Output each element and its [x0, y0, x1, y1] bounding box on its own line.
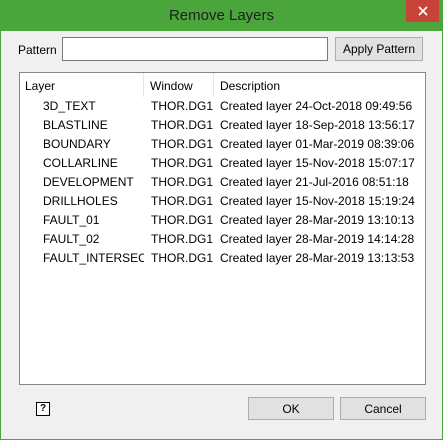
cell-description: Created layer 28-Mar-2019 13:13:53 — [220, 251, 415, 265]
cell-description: Created layer 21-Jul-2016 08:51:18 — [220, 175, 409, 189]
list-item[interactable]: BOUNDARY THOR.DG1 Created layer 01-Mar-2… — [20, 135, 425, 154]
cell-description: Created layer 15-Nov-2018 15:07:17 — [220, 156, 415, 170]
cell-description: Created layer 28-Mar-2019 13:10:13 — [220, 213, 415, 227]
cell-window: THOR.DG1 — [151, 213, 214, 227]
list-item[interactable]: 3D_TEXT THOR.DG1 Created layer 24-Oct-20… — [20, 97, 425, 116]
list-item[interactable]: DEVELOPMENT THOR.DG1 Created layer 21-Ju… — [20, 173, 425, 192]
cell-layer: FAULT_02 — [43, 232, 100, 246]
cell-window: THOR.DG1 — [151, 99, 214, 113]
list-item[interactable]: FAULT_02 THOR.DG1 Created layer 28-Mar-2… — [20, 230, 425, 249]
cell-layer: 3D_TEXT — [43, 99, 96, 113]
cell-window: THOR.DG1 — [151, 137, 214, 151]
title-bar[interactable]: Remove Layers — [1, 0, 442, 31]
cell-layer: DRILLHOLES — [43, 194, 118, 208]
cell-description: Created layer 28-Mar-2019 14:14:28 — [220, 232, 415, 246]
list-header: Layer Window Description — [20, 73, 425, 97]
cell-layer: FAULT_01 — [43, 213, 100, 227]
list-rows: 3D_TEXT THOR.DG1 Created layer 24-Oct-20… — [20, 97, 425, 268]
close-icon — [417, 6, 428, 16]
cell-description: Created layer 01-Mar-2019 08:39:06 — [220, 137, 415, 151]
cell-window: THOR.DG1 — [151, 175, 214, 189]
pattern-label: Pattern — [18, 43, 57, 57]
dialog-window: Remove Layers Pattern Apply Pattern Laye… — [0, 0, 443, 440]
cell-window: THOR.DG1 — [151, 251, 214, 265]
column-header-description[interactable]: Description — [215, 73, 425, 97]
cell-layer: BOUNDARY — [43, 137, 111, 151]
column-header-window[interactable]: Window — [145, 73, 214, 97]
cell-window: THOR.DG1 — [151, 118, 214, 132]
pattern-input[interactable] — [62, 37, 328, 61]
list-item[interactable]: FAULT_INTERSECT THOR.DG1 Created layer 2… — [20, 249, 425, 268]
dialog-body: Pattern Apply Pattern Layer Window Descr… — [1, 31, 442, 439]
cell-description: Created layer 18-Sep-2018 13:56:17 — [220, 118, 415, 132]
cell-window: THOR.DG1 — [151, 194, 214, 208]
list-item[interactable]: COLLARLINE THOR.DG1 Created layer 15-Nov… — [20, 154, 425, 173]
cell-layer: FAULT_INTERSECT — [43, 251, 144, 265]
cell-window: THOR.DG1 — [151, 156, 214, 170]
list-item[interactable]: FAULT_01 THOR.DG1 Created layer 28-Mar-2… — [20, 211, 425, 230]
cell-description: Created layer 15-Nov-2018 15:19:24 — [220, 194, 415, 208]
column-header-layer[interactable]: Layer — [20, 73, 144, 97]
cell-layer: DEVELOPMENT — [43, 175, 134, 189]
list-item[interactable]: BLASTLINE THOR.DG1 Created layer 18-Sep-… — [20, 116, 425, 135]
layer-list[interactable]: Layer Window Description 3D_TEXT THOR.DG… — [19, 72, 426, 385]
cancel-button[interactable]: Cancel — [340, 397, 426, 420]
window-title: Remove Layers — [168, 7, 275, 24]
ok-button[interactable]: OK — [248, 397, 334, 420]
cell-description: Created layer 24-Oct-2018 09:49:56 — [220, 99, 413, 113]
cell-layer: COLLARLINE — [43, 156, 118, 170]
apply-pattern-button[interactable]: Apply Pattern — [335, 37, 423, 61]
close-button[interactable] — [406, 0, 439, 22]
cell-window: THOR.DG1 — [151, 232, 214, 246]
cell-layer: BLASTLINE — [43, 118, 108, 132]
help-icon[interactable]: ? — [36, 402, 50, 416]
list-item[interactable]: DRILLHOLES THOR.DG1 Created layer 15-Nov… — [20, 192, 425, 211]
